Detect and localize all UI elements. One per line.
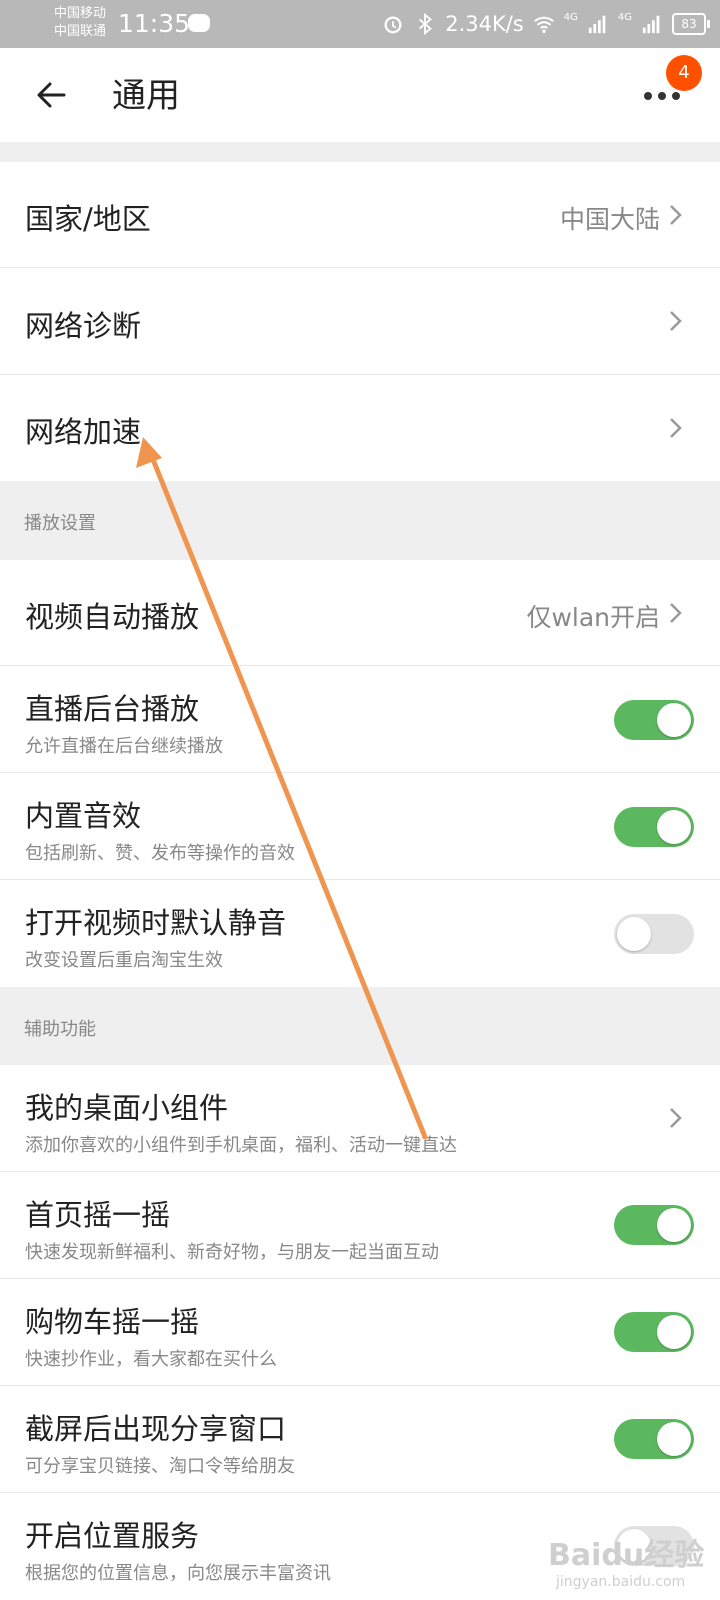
status-bar: 中国移动 中国联通 11:35 2.34K/s 4G 4G 83 bbox=[0, 0, 720, 48]
row-title: 截屏后出现分享窗口 bbox=[25, 1412, 287, 1446]
settings-row-shake-cart: 购物车摇一摇 快速抄作业，看大家都在买什么 bbox=[0, 1279, 720, 1386]
section-header-playback: 播放设置 bbox=[24, 513, 96, 534]
notification-badge: 4 bbox=[666, 55, 702, 91]
row-title: 直播后台播放 bbox=[25, 692, 200, 726]
network-type-1: 4G bbox=[563, 11, 578, 23]
status-time: 11:35 bbox=[118, 9, 191, 38]
row-title: 打开视频时默认静音 bbox=[25, 906, 287, 940]
row-description: 根据您的位置信息，向您展示丰富资讯 bbox=[25, 1563, 331, 1584]
battery-indicator: 83 bbox=[672, 13, 710, 35]
settings-row-autoplay[interactable]: 视频自动播放 仅wlan开启 bbox=[0, 560, 720, 666]
chevron-right-icon bbox=[670, 603, 682, 623]
status-icons: 2.34K/s 4G 4G 83 bbox=[381, 11, 710, 37]
carrier-labels: 中国移动 中国联通 bbox=[54, 5, 106, 41]
live-background-toggle[interactable] bbox=[614, 700, 694, 740]
settings-row-country[interactable]: 国家/地区 中国大陆 bbox=[0, 162, 720, 268]
row-description: 可分享宝贝链接、淘口令等给朋友 bbox=[25, 1456, 295, 1477]
carrier-1: 中国移动 bbox=[54, 6, 107, 21]
row-title: 国家/地区 bbox=[25, 202, 151, 236]
wifi-icon bbox=[533, 16, 554, 33]
sound-effects-toggle[interactable] bbox=[614, 807, 694, 847]
signal-icon-2 bbox=[642, 15, 660, 34]
shake-home-toggle[interactable] bbox=[614, 1205, 694, 1245]
row-description: 快速发现新鲜福利、新奇好物，与朋友一起当面互动 bbox=[25, 1242, 439, 1263]
app-header: 通用 bbox=[0, 48, 720, 142]
settings-row-default-mute: 打开视频时默认静音 改变设置后重启淘宝生效 bbox=[0, 880, 720, 987]
row-title: 开启位置服务 bbox=[25, 1519, 200, 1553]
arrow-left-icon bbox=[37, 82, 66, 108]
settings-row-shake-home: 首页摇一摇 快速发现新鲜福利、新奇好物，与朋友一起当面互动 bbox=[0, 1172, 720, 1279]
watermark-url: jingyan.baidu.com bbox=[556, 1574, 686, 1590]
row-title: 我的桌面小组件 bbox=[25, 1091, 229, 1125]
row-title: 视频自动播放 bbox=[25, 600, 200, 634]
row-description: 改变设置后重启淘宝生效 bbox=[25, 950, 223, 971]
network-type-2: 4G bbox=[617, 11, 632, 23]
shake-cart-toggle[interactable] bbox=[614, 1312, 694, 1352]
signal-icon-1 bbox=[588, 15, 606, 34]
row-value: 中国大陆 bbox=[559, 205, 660, 234]
chevron-right-icon bbox=[670, 1108, 682, 1128]
chevron-right-icon bbox=[670, 311, 682, 331]
row-description: 添加你喜欢的小组件到手机桌面，福利、活动一键直达 bbox=[25, 1135, 457, 1156]
row-title: 内置音效 bbox=[25, 799, 142, 833]
settings-row-network-diagnosis[interactable]: 网络诊断 bbox=[0, 268, 720, 375]
row-description: 快速抄作业，看大家都在买什么 bbox=[25, 1349, 277, 1370]
bluetooth-icon bbox=[419, 13, 433, 35]
alarm-icon bbox=[384, 16, 402, 34]
row-description: 允许直播在后台继续播放 bbox=[25, 736, 223, 757]
settings-row-network-acceleration[interactable]: 网络加速 bbox=[0, 375, 720, 481]
chevron-right-icon bbox=[670, 205, 682, 225]
row-title: 网络诊断 bbox=[25, 309, 142, 343]
chevron-right-icon bbox=[670, 418, 682, 438]
settings-row-desktop-widget[interactable]: 我的桌面小组件 添加你喜欢的小组件到手机桌面，福利、活动一键直达 bbox=[0, 1065, 720, 1172]
row-title: 购物车摇一摇 bbox=[25, 1305, 200, 1339]
row-title: 网络加速 bbox=[25, 415, 142, 449]
page-title: 通用 bbox=[112, 76, 180, 116]
settings-row-live-background: 直播后台播放 允许直播在后台继续播放 bbox=[0, 666, 720, 773]
app-notification-icon bbox=[188, 14, 210, 32]
row-title: 首页摇一摇 bbox=[25, 1198, 171, 1232]
carrier-2: 中国联通 bbox=[54, 24, 107, 39]
row-description: 包括刷新、赞、发布等操作的音效 bbox=[25, 843, 295, 864]
more-dots-icon bbox=[644, 92, 680, 100]
row-value: 仅wlan开启 bbox=[526, 603, 660, 632]
back-button[interactable] bbox=[30, 74, 76, 118]
network-speed: 2.34K/s bbox=[445, 12, 524, 36]
screenshot-share-toggle[interactable] bbox=[614, 1419, 694, 1459]
settings-row-sound-effects: 内置音效 包括刷新、赞、发布等操作的音效 bbox=[0, 773, 720, 880]
section-header-assist: 辅助功能 bbox=[24, 1019, 96, 1040]
watermark-logo: Baidu经验 bbox=[548, 1538, 705, 1573]
settings-row-screenshot-share: 截屏后出现分享窗口 可分享宝贝链接、淘口令等给朋友 bbox=[0, 1386, 720, 1493]
baidu-watermark: Baidu经验 jingyan.baidu.com bbox=[548, 1530, 704, 1590]
default-mute-toggle[interactable] bbox=[614, 914, 694, 954]
